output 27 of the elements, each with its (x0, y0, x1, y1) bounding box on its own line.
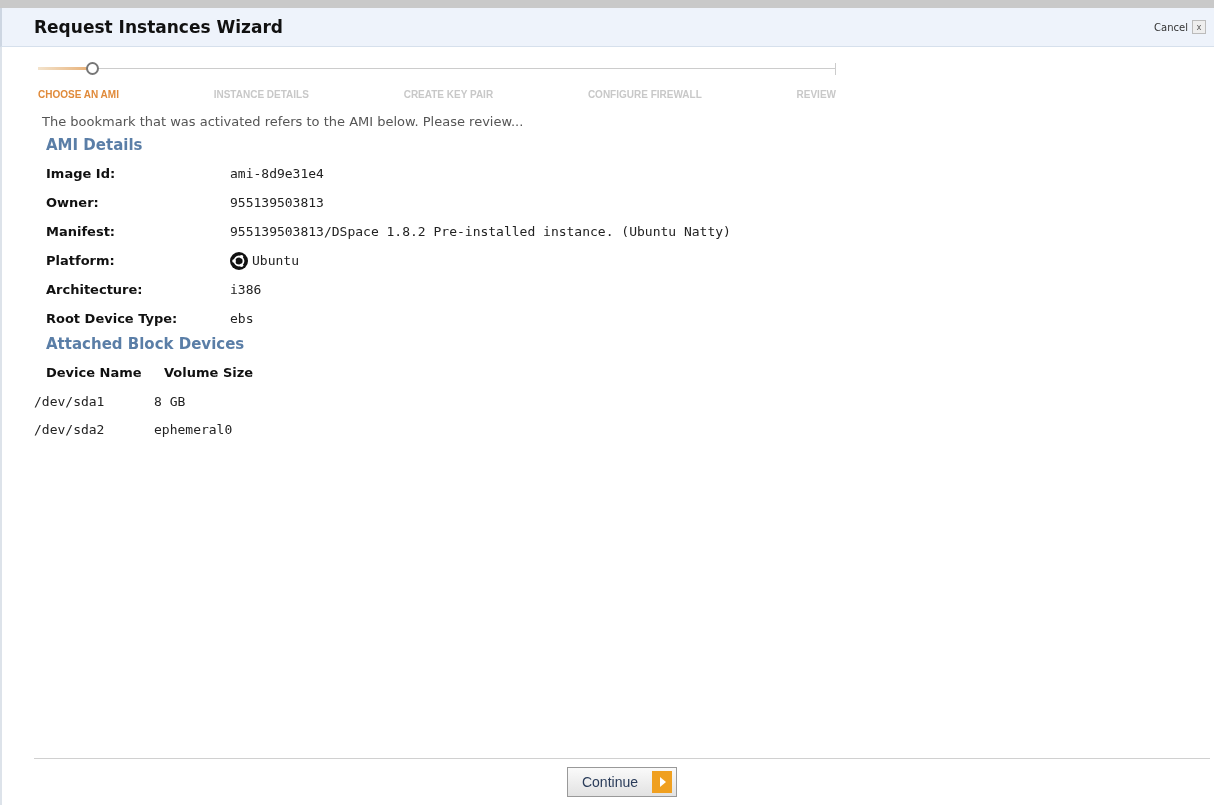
continue-button[interactable]: Continue (566, 767, 677, 797)
section-heading: Attached Block Devices (46, 335, 246, 353)
field-value: 955139503813/DSpace 1.8.2 Pre-installed instance. (Ubuntu Natty) (230, 224, 731, 239)
field-label: Manifest: (46, 224, 117, 239)
field-value: ami-8d9e31e4 (230, 166, 324, 181)
column-header: Device Name (46, 365, 143, 380)
field-label: Image Id: (46, 166, 117, 181)
field-value: ebs (230, 311, 254, 326)
field-label: Architecture: (46, 282, 144, 297)
field-value: Ubuntu (252, 253, 299, 268)
section-heading: AMI Details (46, 136, 144, 154)
column-header: Volume Size (164, 365, 255, 380)
intro-text: The bookmark that was activated refers to the AMI below. Please review... (42, 114, 525, 129)
close-button[interactable]: x (1192, 20, 1206, 34)
wizard-step: CHOOSE AN AMI (38, 89, 119, 100)
field-value: i386 (230, 282, 262, 297)
field-label: Owner: (46, 195, 100, 210)
window-title: Request Instances Wizard (34, 17, 283, 37)
table-cell-text: 8 GB (154, 393, 187, 409)
table-cell-text: /dev/sda2 (34, 421, 106, 437)
ubuntu-logo-icon (230, 251, 248, 270)
field-value: 955139503813 (230, 195, 324, 210)
table-cell-text: ephemeral0 (154, 421, 234, 437)
field-label: Platform: (46, 253, 116, 268)
field-label: Root Device Type: (46, 311, 179, 326)
table-cell-text: /dev/sda1 (34, 393, 106, 409)
cancel-link[interactable]: Cancel (1154, 21, 1188, 33)
